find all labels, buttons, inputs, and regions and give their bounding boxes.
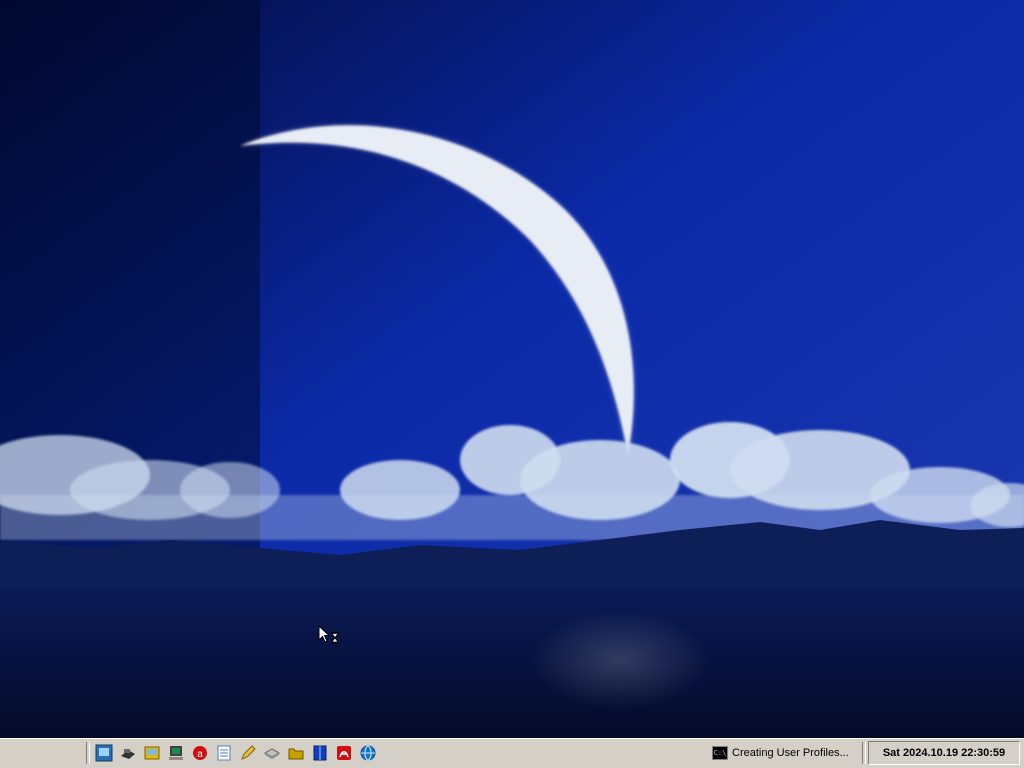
task-button-label: Creating User Profiles... — [732, 747, 849, 759]
task-button-creating-user-profiles[interactable]: C:\ Creating User Profiles... — [708, 742, 854, 764]
system-clock[interactable]: Sat 2024.10.19 22:30:59 — [868, 741, 1020, 765]
notepad-icon[interactable] — [214, 743, 234, 763]
arrow-hourglass-busy-cursor — [318, 625, 339, 644]
taskbar-grip[interactable] — [86, 742, 90, 764]
antivirus-icon[interactable]: a — [190, 743, 210, 763]
taskbar: a C:\ Creating User Profiles... Sat 2024… — [0, 738, 1024, 768]
my-computer-icon[interactable] — [166, 743, 186, 763]
folder-icon[interactable] — [286, 743, 306, 763]
tray-grip[interactable] — [862, 742, 866, 764]
wallpaper — [0, 0, 1024, 738]
drive-icon[interactable] — [262, 743, 282, 763]
desktop[interactable] — [0, 0, 1024, 738]
command-prompt-icon: C:\ — [712, 746, 728, 760]
book-icon[interactable] — [310, 743, 330, 763]
pdf-icon[interactable] — [334, 743, 354, 763]
network-icon[interactable] — [118, 743, 138, 763]
edit-icon[interactable] — [238, 743, 258, 763]
explorer-icon[interactable] — [142, 743, 162, 763]
desktop-icon[interactable] — [94, 743, 114, 763]
globe-icon[interactable] — [358, 743, 378, 763]
lake — [0, 590, 1024, 738]
quick-launch-toolbar: a — [94, 743, 378, 765]
start-area[interactable] — [0, 740, 84, 767]
svg-text:a: a — [197, 749, 203, 760]
